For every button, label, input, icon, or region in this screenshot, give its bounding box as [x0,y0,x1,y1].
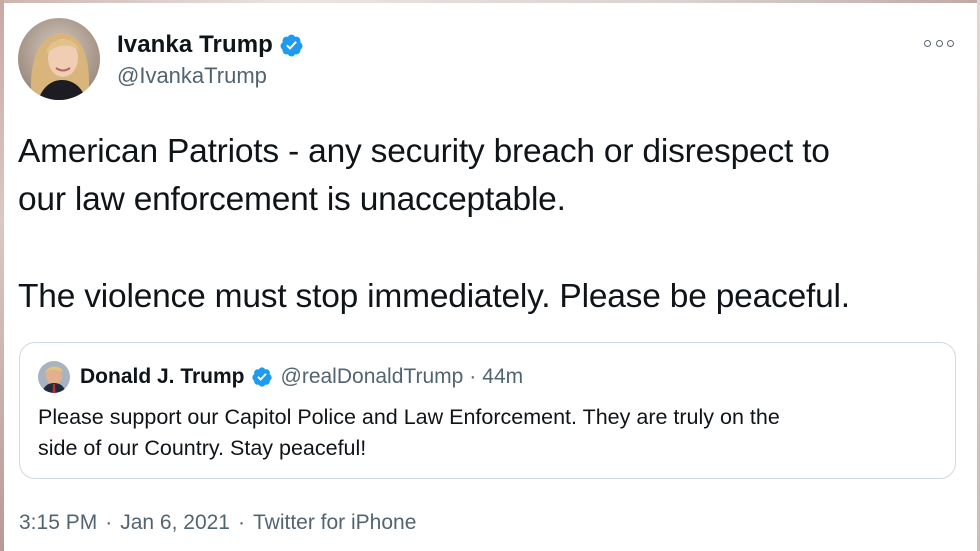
author-display-name[interactable]: Ivanka Trump [117,31,273,59]
quoted-text: Please support our Capitol Police and La… [38,402,938,464]
frame-edge-left [0,0,4,551]
quoted-timestamp[interactable]: 44m [482,365,523,389]
author-handle[interactable]: @IvankaTrump [117,63,267,89]
author-name-row[interactable]: Ivanka Trump [117,29,304,61]
more-dot [947,39,954,47]
quoted-header: Donald J. Trump @realDonaldTrump · 44m [80,362,523,392]
tweet-text-line: The violence must stop immediately. Plea… [18,278,850,315]
tweet-time[interactable]: 3:15 PM [19,511,97,535]
meta-separator: · [237,511,245,534]
tweet-text-line: our law enforcement is unacceptable. [18,181,566,218]
tweet-meta: 3:15 PM · Jan 6, 2021 · Twitter for iPho… [19,509,416,537]
frame-edge-top [0,0,980,3]
tweet-date[interactable]: Jan 6, 2021 [120,511,230,535]
meta-separator: · [105,511,113,534]
verified-badge-icon [251,366,273,388]
tweet-text: American Patriots - any security breach … [18,128,963,321]
tweet-text-line: American Patriots - any security breach … [18,133,830,170]
more-dot [935,39,943,47]
quoted-tweet[interactable]: Donald J. Trump @realDonaldTrump · 44m P… [19,342,956,479]
quoted-display-name[interactable]: Donald J. Trump [80,365,245,389]
quoted-author-avatar [38,361,70,393]
more-dot [924,39,931,47]
quoted-text-line: side of our Country. Stay peaceful! [38,436,367,460]
verified-badge-icon [279,33,304,58]
author-avatar[interactable] [18,18,100,100]
more-options-icon[interactable] [924,36,954,50]
tweet-card: Ivanka Trump @IvankaTrump American Patri… [0,0,980,551]
quoted-handle[interactable]: @realDonaldTrump [281,365,464,389]
quoted-separator: · [469,365,477,388]
tweet-source-link[interactable]: Twitter for iPhone [253,511,416,535]
quoted-text-line: Please support our Capitol Police and La… [38,405,780,429]
